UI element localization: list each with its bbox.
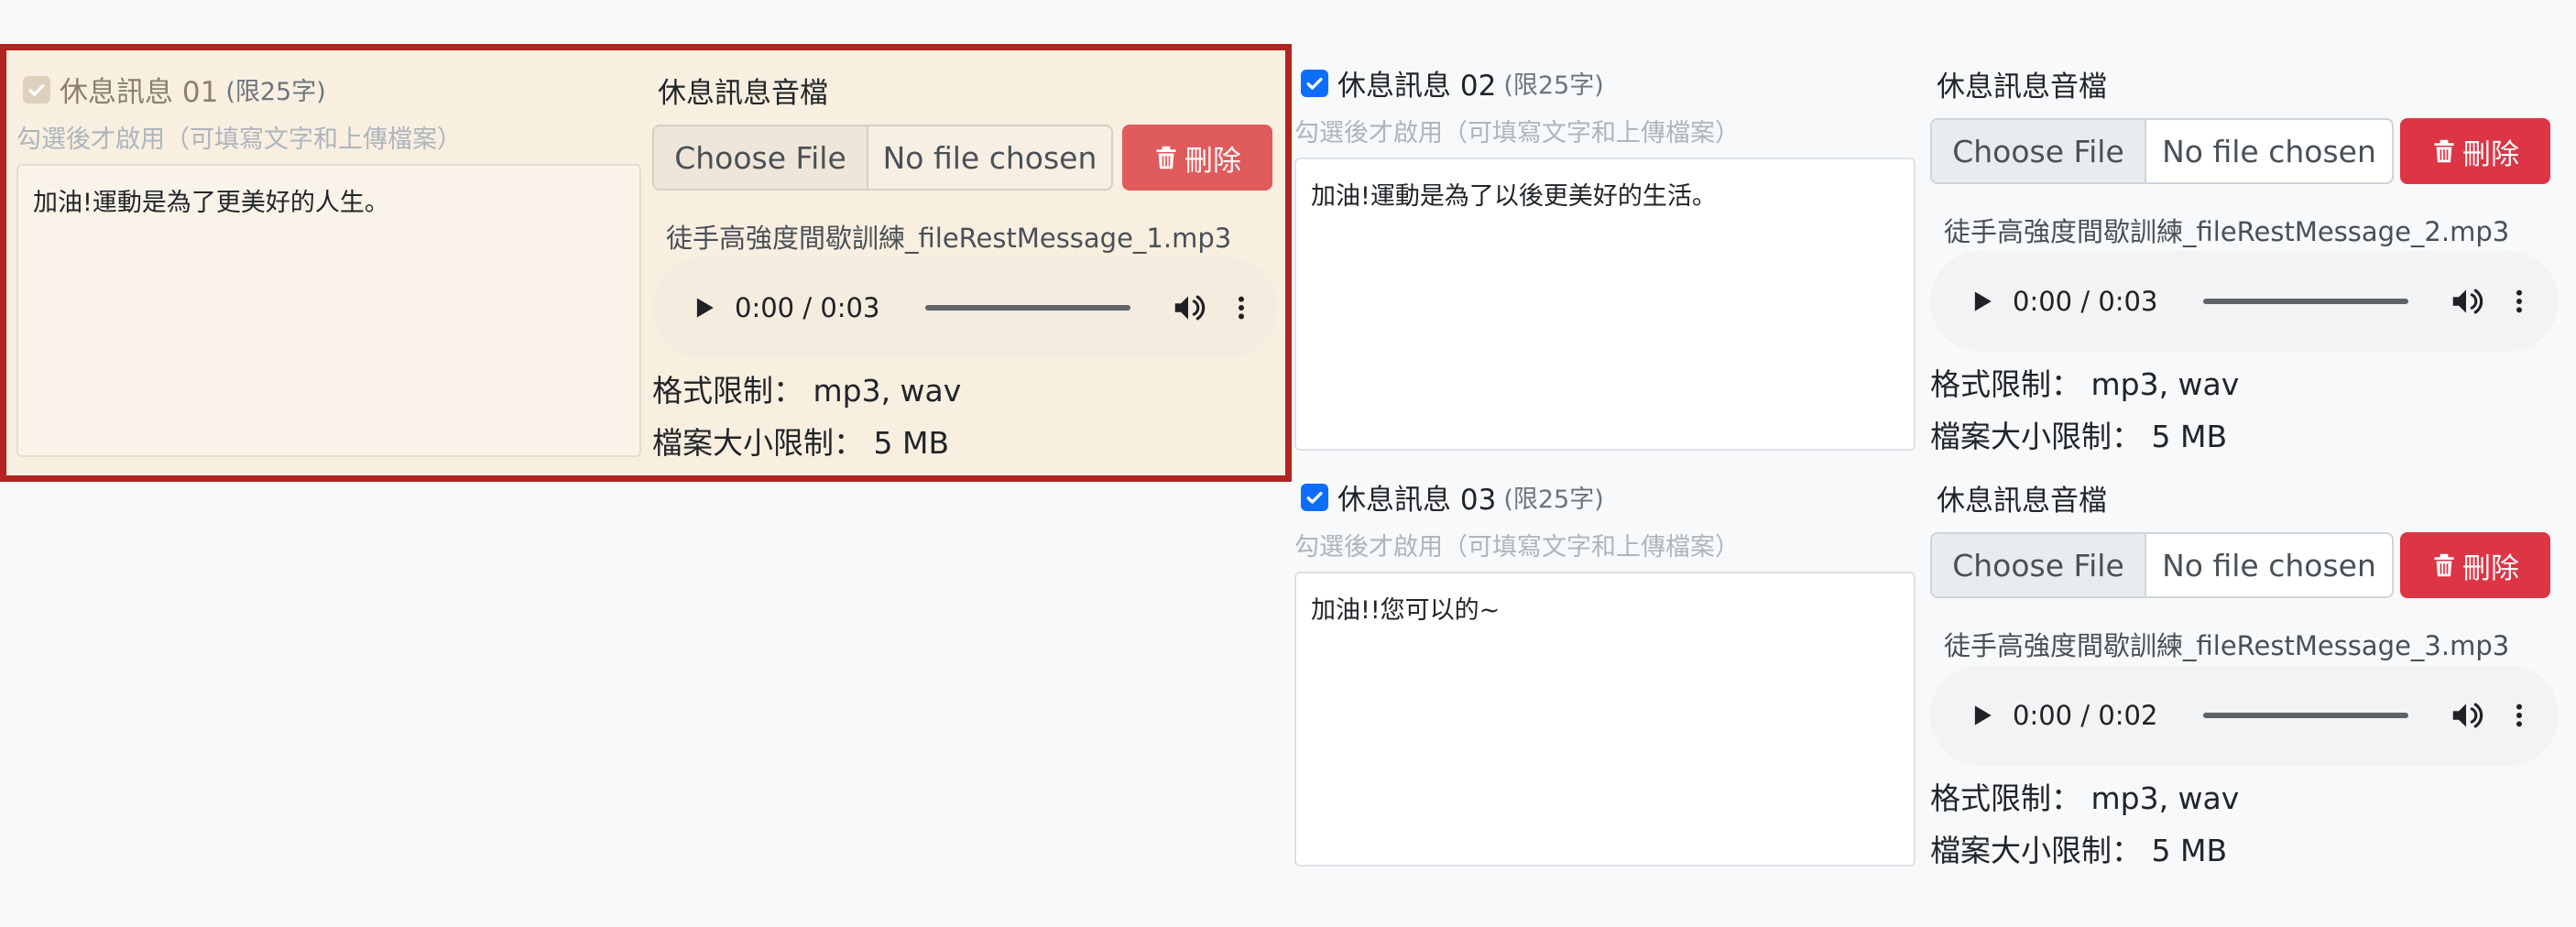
size-limit: 檔案大小限制： 5 MB [1930, 419, 2228, 454]
audio-player[interactable]: 0:00 / 0:03 [652, 257, 1278, 358]
delete-button[interactable]: 刪除 [2400, 118, 2550, 184]
uploaded-filename: 徒手高強度間歇訓練_fileRestMessage_2.mp3 [1944, 216, 2510, 247]
size-limit: 檔案大小限制： 5 MB [652, 425, 950, 461]
play-icon[interactable] [1970, 703, 1994, 727]
audio-time: 0:00 / 0:02 [2013, 700, 2158, 731]
more-vertical-icon[interactable] [2505, 288, 2533, 315]
choose-file-button[interactable]: Choose File [1932, 120, 2146, 182]
more-vertical-icon[interactable] [2505, 702, 2533, 729]
message-title: 休息訊息 02 [1337, 70, 1497, 103]
enable-hint: 勾選後才啟用（可填寫文字和上傳檔案） [1294, 533, 1740, 562]
audio-file-input[interactable]: Choose File No file chosen [1930, 532, 2394, 598]
volume-icon[interactable] [2449, 284, 2483, 319]
volume-icon[interactable] [2449, 698, 2483, 733]
file-status: No file chosen [2162, 133, 2376, 169]
choose-file-button[interactable]: Choose File [654, 126, 868, 189]
enable-checkbox[interactable] [1301, 483, 1328, 511]
more-vertical-icon[interactable] [1228, 294, 1255, 322]
audio-time: 0:00 / 0:03 [2013, 286, 2158, 317]
message-header: 休息訊息 02 (限25字) [1301, 62, 1604, 104]
delete-label: 刪除 [1184, 144, 1241, 178]
enable-checkbox[interactable] [1301, 69, 1328, 97]
audio-time: 0:00 / 0:03 [735, 292, 880, 323]
audio-file-input[interactable]: Choose File No file chosen [652, 125, 1113, 191]
size-limit: 檔案大小限制： 5 MB [1930, 833, 2228, 868]
audio-file-label: 休息訊息音檔 [1937, 71, 2107, 104]
audio-progress-track[interactable] [2203, 713, 2408, 718]
play-icon[interactable] [693, 296, 716, 320]
audio-player[interactable]: 0:00 / 0:03 [1930, 251, 2559, 352]
char-limit-label: (限25字) [1503, 71, 1604, 100]
delete-label: 刪除 [2462, 551, 2519, 585]
enable-hint: 勾選後才啟用（可填寫文字和上傳檔案） [16, 125, 462, 154]
message-header: 休息訊息 01 (限25字) [23, 69, 326, 110]
check-icon [28, 83, 45, 96]
uploaded-filename: 徒手高強度間歇訓練_fileRestMessage_1.mp3 [666, 223, 1232, 254]
rest-message-block-1: 休息訊息 01 (限25字) 勾選後才啟用（可填寫文字和上傳檔案） 加油!運動是… [0, 44, 1292, 482]
message-textarea[interactable]: 加油!運動是為了以後更美好的生活。 [1294, 158, 1916, 451]
choose-file-button[interactable]: Choose File [1932, 534, 2146, 596]
message-textarea[interactable]: 加油!!您可以的~ [1294, 572, 1916, 867]
audio-file-label: 休息訊息音檔 [1937, 485, 2107, 518]
message-title: 休息訊息 03 [1337, 484, 1497, 517]
audio-progress-track[interactable] [2203, 299, 2408, 304]
format-limit: 格式限制： mp3, wav [652, 373, 962, 409]
enable-hint: 勾選後才啟用（可填寫文字和上傳檔案） [1294, 119, 1740, 147]
message-title: 休息訊息 01 [60, 76, 219, 109]
audio-file-label: 休息訊息音檔 [658, 77, 828, 110]
message-textarea[interactable]: 加油!運動是為了更美好的人生。 [16, 164, 641, 457]
rest-message-block-3: 休息訊息 03 (限25字) 勾選後才啟用（可填寫文字和上傳檔案） 加油!!您可… [1292, 458, 2576, 896]
check-icon [1306, 77, 1323, 90]
char-limit-label: (限25字) [1503, 485, 1604, 514]
delete-button[interactable]: 刪除 [1122, 125, 1272, 191]
audio-file-input[interactable]: Choose File No file chosen [1930, 118, 2394, 184]
format-limit: 格式限制： mp3, wav [1930, 366, 2240, 402]
trash-icon [1156, 146, 1176, 169]
format-limit: 格式限制： mp3, wav [1930, 780, 2240, 816]
play-icon[interactable] [1970, 289, 1994, 313]
check-icon [1306, 491, 1323, 504]
file-status: No file chosen [882, 139, 1097, 176]
audio-progress-track[interactable] [925, 305, 1130, 311]
file-status: No file chosen [2162, 547, 2376, 583]
message-header: 休息訊息 03 (限25字) [1301, 476, 1604, 518]
uploaded-filename: 徒手高強度間歇訓練_fileRestMessage_3.mp3 [1944, 630, 2510, 661]
enable-checkbox[interactable] [23, 75, 50, 104]
trash-icon [2434, 139, 2454, 163]
volume-icon[interactable] [1171, 290, 1206, 325]
delete-button[interactable]: 刪除 [2400, 532, 2550, 598]
delete-label: 刪除 [2462, 137, 2519, 171]
rest-message-block-2: 休息訊息 02 (限25字) 勾選後才啟用（可填寫文字和上傳檔案） 加油!運動是… [1292, 44, 2576, 482]
trash-icon [2434, 553, 2454, 577]
audio-player[interactable]: 0:00 / 0:02 [1930, 665, 2559, 766]
char-limit-label: (限25字) [225, 78, 326, 106]
